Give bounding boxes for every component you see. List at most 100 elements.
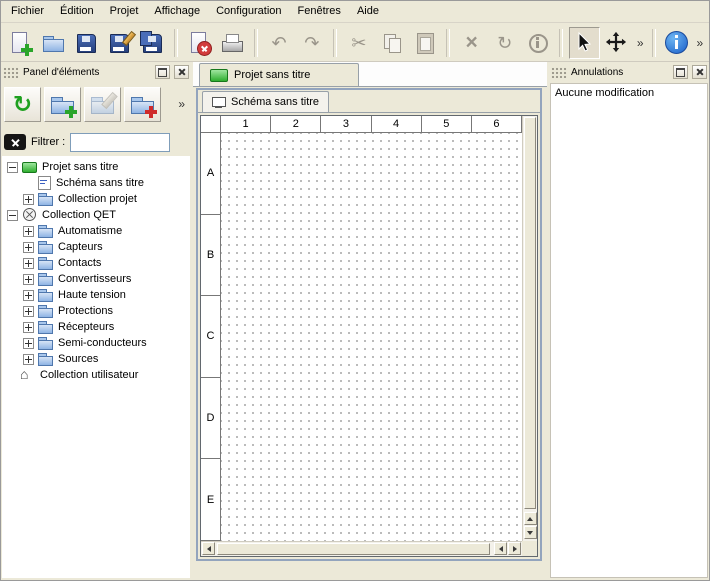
- paste-button[interactable]: [409, 27, 440, 59]
- expand-icon[interactable]: [23, 258, 34, 269]
- redo-icon: ↷: [300, 31, 324, 55]
- tree-item-automatisme[interactable]: Automatisme: [2, 223, 190, 239]
- menu-configuration[interactable]: Configuration: [208, 2, 289, 20]
- expand-icon[interactable]: [23, 338, 34, 349]
- new-document-button[interactable]: [5, 27, 36, 59]
- dock-grip-handle[interactable]: [551, 67, 567, 78]
- undo-button[interactable]: ↶: [264, 27, 295, 59]
- delete-button[interactable]: ×: [456, 27, 487, 59]
- reload-collections-button[interactable]: ↻: [4, 87, 41, 122]
- filter-input[interactable]: [70, 133, 170, 152]
- edit-element-icon: [90, 91, 116, 117]
- tree-item-projet-sans-titre[interactable]: Projet sans titre: [2, 159, 190, 175]
- tree-item-collection-qet[interactable]: Collection QET: [2, 207, 190, 223]
- menu-fichier[interactable]: Fichier: [3, 2, 52, 20]
- delete-element-button[interactable]: [124, 87, 161, 122]
- expand-icon[interactable]: [23, 290, 34, 301]
- toolbar-separator: [174, 29, 178, 57]
- expand-icon[interactable]: [23, 306, 34, 317]
- tree-item-semi-conducteurs[interactable]: Semi-conducteurs: [2, 335, 190, 351]
- scroll-up-button[interactable]: [524, 512, 537, 525]
- tab-schema-sans-titre[interactable]: Schéma sans titre: [202, 91, 329, 112]
- scroll-down-button[interactable]: [524, 526, 537, 539]
- float-button[interactable]: [155, 65, 170, 79]
- scroll-right-button[interactable]: [508, 542, 521, 555]
- menu-fenetres[interactable]: Fenêtres: [290, 2, 349, 20]
- collections-tree: Projet sans titre Schéma sans titre Coll…: [2, 156, 190, 578]
- copy-icon: [380, 31, 404, 55]
- edit-element-button[interactable]: [84, 87, 121, 122]
- expand-icon[interactable]: [23, 354, 34, 365]
- tree-item-collection-projet[interactable]: Collection projet: [2, 191, 190, 207]
- dock-grip-handle[interactable]: [3, 67, 19, 78]
- scroll-left-button-2[interactable]: [494, 542, 507, 555]
- expand-icon[interactable]: [23, 322, 34, 333]
- close-button[interactable]: [692, 65, 707, 79]
- expand-icon[interactable]: [23, 194, 34, 205]
- tree-item-recepteurs[interactable]: Récepteurs: [2, 319, 190, 335]
- ruler-row: C: [201, 296, 220, 378]
- toolbar-separator: [446, 29, 450, 57]
- folder-icon: [38, 224, 54, 238]
- collapse-icon[interactable]: [7, 210, 18, 221]
- rotate-button[interactable]: ↻: [489, 27, 520, 59]
- save-button[interactable]: [71, 27, 102, 59]
- tree-item-contacts[interactable]: Contacts: [2, 255, 190, 271]
- tree-item-convertisseurs[interactable]: Convertisseurs: [2, 271, 190, 287]
- save-all-button[interactable]: [137, 27, 168, 59]
- folder-icon: [38, 336, 54, 350]
- expand-icon[interactable]: [23, 226, 34, 237]
- tree-item-haute-tension[interactable]: Haute tension: [2, 287, 190, 303]
- float-icon: [158, 68, 167, 77]
- vertical-scrollbar[interactable]: [522, 116, 537, 541]
- new-element-button[interactable]: [44, 87, 81, 122]
- folder-icon: [38, 256, 54, 270]
- menu-affichage[interactable]: Affichage: [146, 2, 208, 20]
- expand-icon[interactable]: [23, 242, 34, 253]
- redo-button[interactable]: ↷: [297, 27, 328, 59]
- toolbar-overflow-chevron-right[interactable]: »: [693, 36, 706, 50]
- toolbar-separator: [559, 29, 563, 57]
- scroll-left-button[interactable]: [202, 542, 215, 555]
- tree-item-sources[interactable]: Sources: [2, 351, 190, 367]
- copy-button[interactable]: [376, 27, 407, 59]
- about-qet-button[interactable]: [662, 27, 693, 59]
- element-info-button[interactable]: [522, 27, 553, 59]
- close-project-button[interactable]: [184, 27, 215, 59]
- tab-projet-sans-titre[interactable]: Projet sans titre: [199, 63, 359, 86]
- menu-edition[interactable]: Édition: [52, 2, 102, 20]
- collapse-icon[interactable]: [7, 162, 18, 173]
- pan-mode-button[interactable]: [602, 27, 633, 59]
- folder-icon: [38, 240, 54, 254]
- tree-item-capteurs[interactable]: Capteurs: [2, 239, 190, 255]
- ruler-column: 5: [422, 116, 472, 132]
- undo-list-item[interactable]: Aucune modification: [551, 84, 707, 102]
- open-project-button[interactable]: [38, 27, 69, 59]
- menu-aide[interactable]: Aide: [349, 2, 387, 20]
- tree-item-label: Contacts: [58, 257, 101, 269]
- elements-toolbar-overflow-chevron[interactable]: »: [175, 97, 188, 111]
- tree-item-protections[interactable]: Protections: [2, 303, 190, 319]
- clear-filter-button[interactable]: [4, 134, 26, 150]
- menu-projet[interactable]: Projet: [102, 2, 147, 20]
- about-info-icon: [665, 31, 688, 54]
- delete-element-icon: [130, 91, 156, 117]
- close-button[interactable]: [174, 65, 189, 79]
- expand-icon[interactable]: [23, 274, 34, 285]
- column-ruler: 1 2 3 4 5 6: [221, 116, 522, 133]
- float-button[interactable]: [673, 65, 688, 79]
- print-button[interactable]: [217, 27, 248, 59]
- horizontal-scrollbar-thumb[interactable]: [217, 543, 490, 555]
- save-as-button[interactable]: [104, 27, 135, 59]
- vertical-scrollbar-thumb[interactable]: [524, 117, 536, 509]
- tree-item-schema-sans-titre[interactable]: Schéma sans titre: [2, 175, 190, 191]
- cut-button[interactable]: ✂: [343, 27, 374, 59]
- undo-panel: Annulations Aucune modification: [550, 64, 708, 578]
- schema-canvas[interactable]: [221, 133, 522, 541]
- arrow-up-icon: [527, 517, 533, 521]
- select-mode-button[interactable]: [569, 27, 600, 59]
- schema-icon: [36, 176, 52, 190]
- toolbar-overflow-chevron[interactable]: »: [634, 36, 647, 50]
- horizontal-scrollbar[interactable]: [201, 541, 522, 556]
- tree-item-collection-utilisateur[interactable]: ⌂ Collection utilisateur: [2, 367, 190, 383]
